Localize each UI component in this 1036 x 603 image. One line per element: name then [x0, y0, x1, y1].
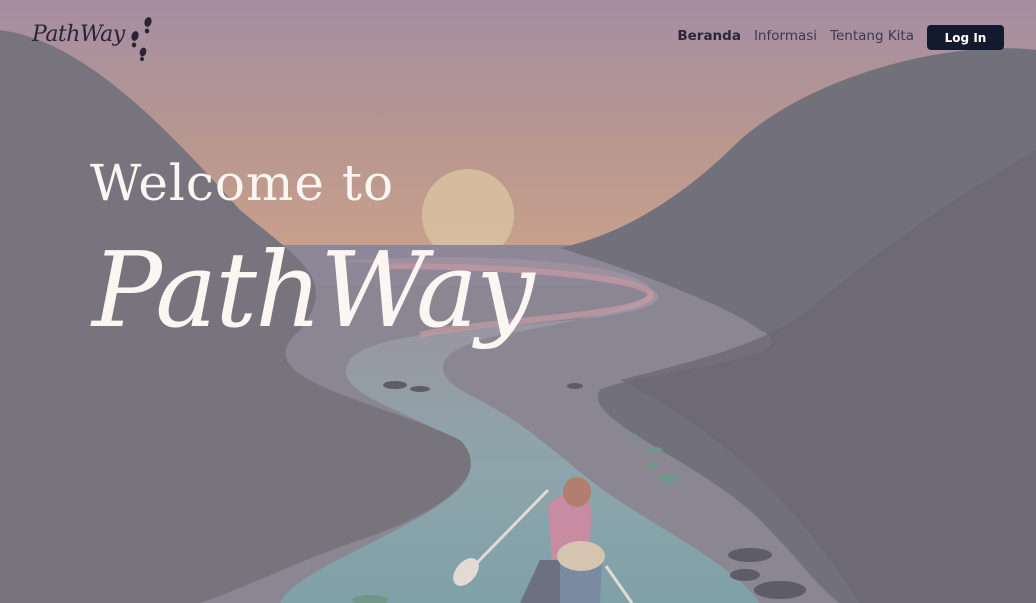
logo[interactable]: PathWay [32, 14, 157, 62]
login-button[interactable]: Log In [927, 25, 1004, 50]
nav-link-informasi[interactable]: Informasi [754, 28, 817, 44]
nav-links: Beranda Informasi Tentang Kita [677, 28, 914, 44]
top-navbar: PathWay Beranda Informasi Tentang Kita L… [0, 0, 1036, 75]
hero-welcome-text: Welcome to [90, 154, 395, 212]
hero-brand-title: PathWay [92, 229, 535, 351]
nav-link-tentang-kita[interactable]: Tentang Kita [830, 28, 914, 44]
logo-text: PathWay [32, 22, 125, 47]
nav-link-beranda[interactable]: Beranda [677, 28, 741, 44]
footprints-icon [131, 17, 152, 62]
